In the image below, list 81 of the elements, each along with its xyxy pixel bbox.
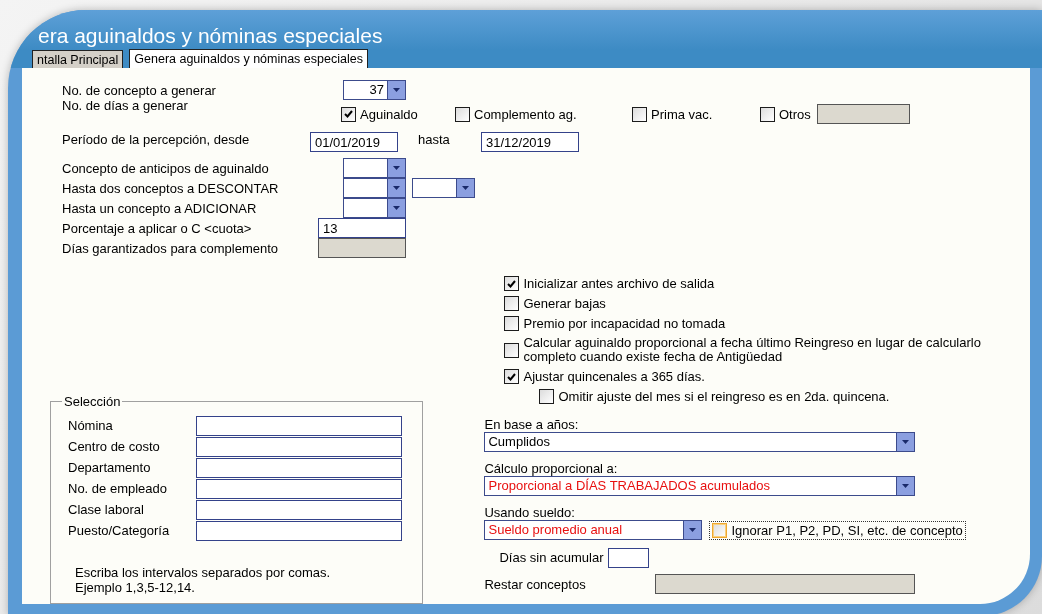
field-label: Departamento (68, 460, 152, 475)
text-field[interactable] (196, 520, 402, 541)
dropdown[interactable] (343, 198, 406, 218)
caret-icon (689, 528, 697, 532)
group-title: Selección (63, 394, 122, 409)
checkbox[interactable] (760, 106, 775, 122)
checkbox[interactable] (504, 316, 520, 331)
field-label: Días garantizados para complemento (62, 240, 280, 256)
checkbox-label: Complemento ag. (474, 106, 577, 122)
checkbox-label: Prima vac. (651, 106, 713, 122)
dropdown[interactable]: 37 (343, 80, 406, 100)
text-field[interactable] (196, 499, 402, 520)
checkbox-label: Generar bajas (523, 296, 607, 311)
window-title: era aguinaldos y nóminas especiales (38, 24, 383, 49)
text-field[interactable]: 01/01/2019 (310, 132, 398, 152)
tab[interactable]: Genera aguinaldos y nóminas especiales (129, 49, 368, 68)
checkbox-label: Omitir ajuste del mes si el reingreso es en 2da. quincena. (558, 389, 891, 404)
field-label: No. de concepto a generar (62, 82, 217, 98)
caret-icon (902, 440, 910, 444)
field-label: Puesto/Categoría (68, 523, 171, 538)
checkbox[interactable] (539, 389, 555, 404)
field-label: En base a años: (484, 417, 580, 432)
checkmark-icon (344, 110, 353, 118)
caret-icon (462, 186, 469, 190)
hint-text: Ejemplo 1,3,5-12,14. (75, 580, 196, 595)
text-field[interactable] (196, 415, 402, 436)
field-label: Porcentaje a aplicar o C <cuota> (62, 220, 253, 236)
checkmark-icon (507, 372, 517, 381)
checkbox-label: Aguinaldo (360, 106, 418, 122)
dropdown[interactable] (343, 158, 406, 178)
field-label: hasta (418, 131, 451, 147)
dropdown-value: Cumplidos (487, 433, 551, 451)
checkbox[interactable] (504, 296, 520, 311)
field-label: Hasta un concepto a ADICIONAR (62, 200, 258, 216)
dropdown[interactable]: Proporcional a DÍAS TRABAJADOS acumulados (484, 476, 916, 496)
checkbox-label: Calcular aguinaldo proporcional a fecha último Reingreso en lugar de calcularlo completo cuando existe fecha de Antigüedad (523, 336, 982, 364)
field-label: Usando sueldo: (484, 505, 576, 520)
field-label: Restar conceptos (484, 576, 587, 592)
text-field[interactable]: 31/12/2019 (481, 132, 579, 152)
field-label: Días sin acumular (499, 550, 604, 565)
text-field[interactable] (196, 478, 402, 499)
dropdown[interactable]: Sueldo promedio anual (484, 520, 703, 540)
field-label: No. de días a generar (62, 97, 188, 113)
caret-icon (393, 88, 400, 92)
field-label: Cálculo proporcional a: (484, 461, 619, 476)
field-label: No. de empleado (68, 481, 168, 496)
checkbox-label: Ajustar quincenales a 365 días. (523, 369, 706, 384)
dropdown[interactable] (343, 178, 406, 198)
checkbox[interactable] (504, 369, 520, 384)
caret-icon (393, 166, 400, 170)
dropdown[interactable] (412, 178, 475, 198)
checkbox[interactable] (712, 522, 728, 538)
field-label: Período de la percepción, desde (62, 131, 251, 147)
dropdown-value: Proporcional a DÍAS TRABAJADOS acumulados (487, 477, 772, 495)
checkbox-label: Otros (779, 106, 811, 122)
checkmark-icon (507, 279, 517, 288)
field-label: Centro de costo (68, 439, 161, 454)
tab[interactable]: ntalla Principal (32, 50, 124, 68)
field-label: Clase laboral (68, 502, 145, 517)
text-field[interactable]: 13 (318, 218, 406, 238)
checkbox-label: Premio por incapacidad no tomada (523, 316, 727, 331)
hint-text: Escriba los intervalos separados por comas. (75, 565, 332, 580)
caret-icon (393, 186, 400, 190)
caret-icon (393, 206, 400, 210)
checkbox[interactable] (632, 106, 647, 122)
checkbox[interactable] (341, 106, 356, 122)
caret-icon (902, 484, 910, 488)
checkbox[interactable] (455, 106, 470, 122)
text-field[interactable] (607, 547, 649, 568)
checkbox-label: Inicializar antes archivo de salida (523, 276, 716, 291)
field-label: Hasta dos conceptos a DESCONTAR (62, 180, 280, 196)
checkbox[interactable] (504, 276, 520, 291)
checkbox[interactable] (504, 342, 520, 358)
dropdown[interactable]: Cumplidos (484, 432, 916, 452)
field-label: Nómina (68, 418, 114, 433)
checkbox-label: Ignorar P1, P2, PD, SI, etc. de concepto (731, 522, 963, 538)
dropdown-value: Sueldo promedio anual (487, 521, 624, 539)
text-field[interactable] (196, 436, 402, 457)
field-label: Concepto de anticipos de aguinaldo (62, 160, 270, 176)
dropdown-value: 37 (368, 81, 385, 99)
text-field[interactable] (196, 457, 402, 478)
